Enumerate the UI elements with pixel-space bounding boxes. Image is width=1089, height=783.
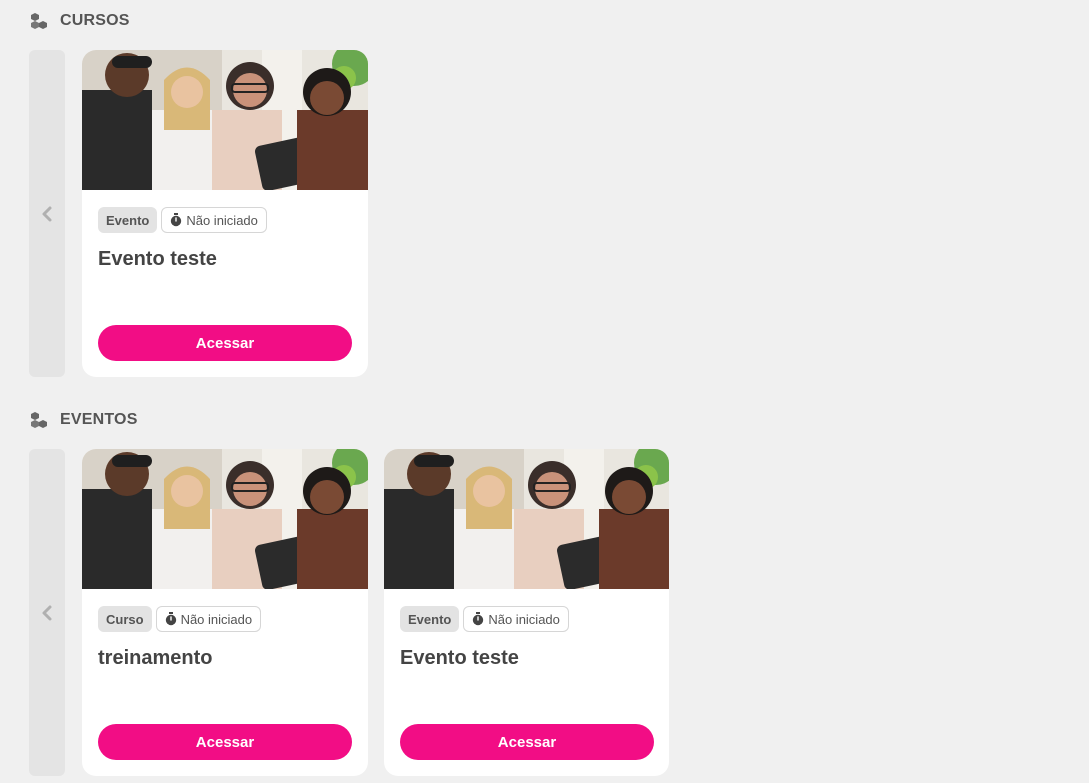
cubes-icon [31,412,47,428]
section-title: CURSOS [60,12,130,29]
section-title: EVENTOS [60,411,138,428]
status-label: Não iniciado [180,611,253,627]
carousel-prev-button[interactable] [29,50,65,377]
access-button[interactable]: Acessar [98,325,352,361]
type-badge: Evento [400,606,460,632]
card-tags: Evento Não iniciado [98,207,267,233]
chevron-left-icon [42,206,52,221]
card-image [82,449,368,589]
stopwatch-icon [171,213,182,227]
cubes-icon [31,13,47,29]
section-header-cursos: CURSOS [29,10,130,32]
card-title: Evento teste [98,248,217,270]
access-button[interactable]: Acessar [400,724,654,760]
carousel-prev-button[interactable] [29,449,65,776]
type-badge: Evento [98,207,158,233]
event-card: Evento Não iniciado Evento teste Acessar [384,449,669,776]
status-badge: Não iniciado [161,207,267,233]
course-card: Evento Não iniciado Evento teste Acessar [82,50,368,377]
status-label: Não iniciado [488,611,560,627]
stopwatch-icon [473,612,484,626]
card-tags: Curso Não iniciado [98,606,262,632]
card-title: Evento teste [400,647,519,669]
status-label: Não iniciado [186,212,258,228]
card-image [82,50,368,190]
card-title: treinamento [98,647,213,669]
access-button[interactable]: Acessar [98,724,352,760]
stopwatch-icon [165,612,176,626]
event-card: Curso Não iniciado treinamento Acessar [82,449,368,776]
card-tags: Evento Não iniciado [400,606,569,632]
chevron-left-icon [42,605,52,620]
status-badge: Não iniciado [463,606,569,632]
status-badge: Não iniciado [155,606,262,632]
card-image [384,449,669,589]
type-badge: Curso [98,606,152,632]
section-header-eventos: EVENTOS [29,409,138,431]
